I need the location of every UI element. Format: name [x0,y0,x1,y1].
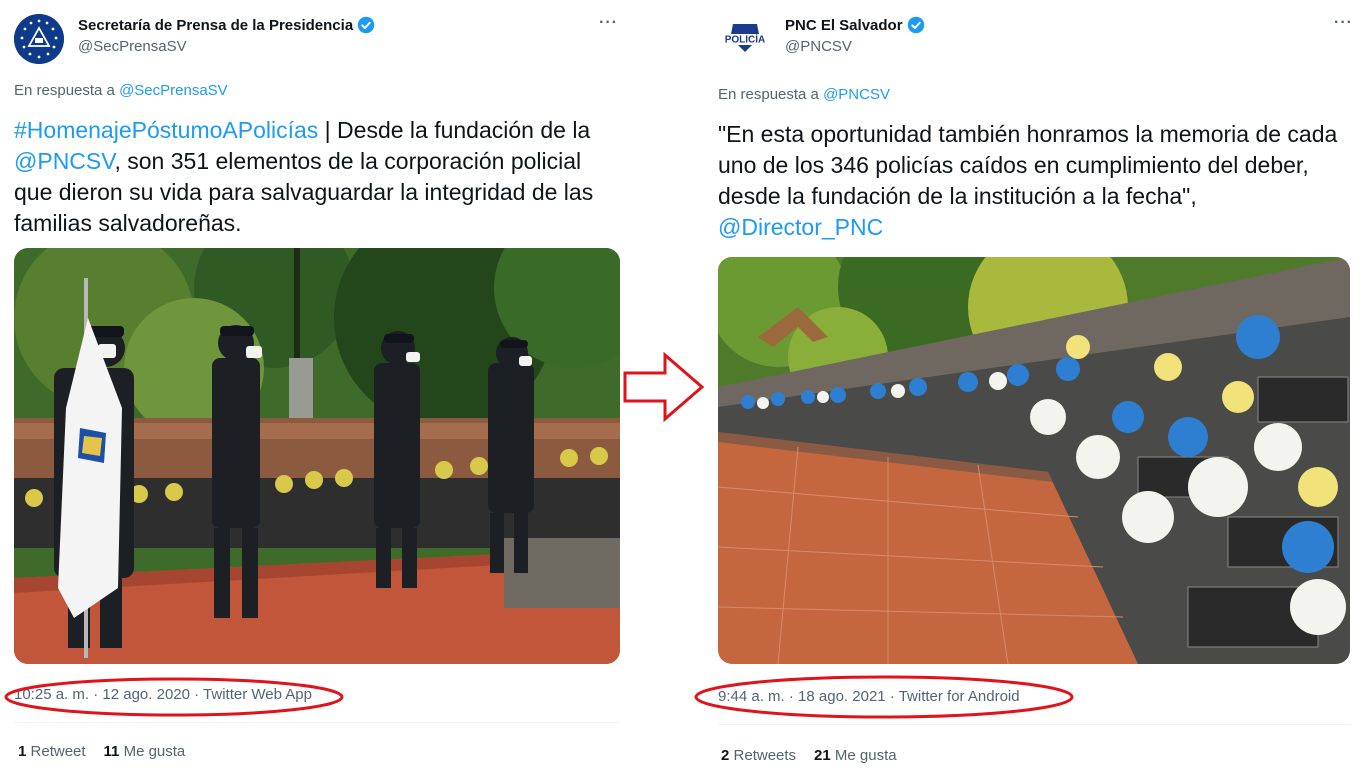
highlight-ellipse-left [4,677,344,717]
red-arrow-icon [623,351,705,423]
annotation-overlay [4,351,1074,719]
highlight-ellipse-right [694,675,1074,719]
